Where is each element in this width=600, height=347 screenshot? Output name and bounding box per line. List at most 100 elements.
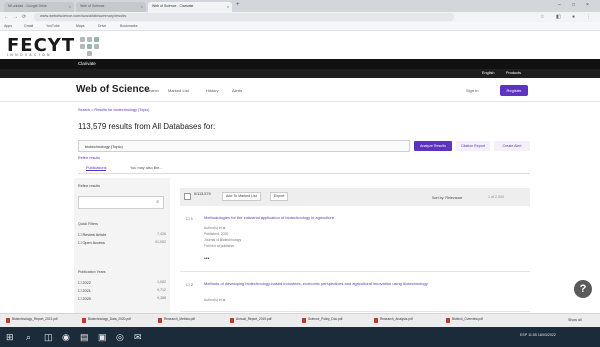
windows-taskbar: ⊞ ⌕ ◫ ◉ ▤ ▣ ◎ ✉ ESP 11:55 18/03/2022	[0, 327, 600, 347]
selected-count: 0/113,579	[194, 192, 211, 196]
more-options-icon[interactable]: •••	[204, 256, 209, 262]
record-checkbox[interactable]: ☐ 1	[186, 216, 193, 221]
nav-link-marked-list[interactable]: Marked List	[168, 88, 189, 93]
download-item[interactable]: Biotechnology_Report_2021.pdf	[6, 317, 58, 325]
show-all-downloads-link[interactable]: Show all	[568, 318, 582, 322]
filter-option-label: 2022	[82, 281, 91, 285]
browser-tab[interactable]: Mi unidad - Google Drive ×	[4, 2, 74, 12]
maximize-icon[interactable]: □	[572, 2, 575, 8]
close-tab-icon[interactable]: ×	[69, 4, 71, 9]
forward-icon[interactable]: →	[13, 14, 18, 20]
tab-you-may-also-like[interactable]: You may also like...	[130, 166, 163, 170]
chrome-icon[interactable]: ◎	[116, 332, 124, 343]
task-view-icon[interactable]: ◫	[44, 332, 53, 343]
download-item[interactable]: Research_Metrics.pdf	[158, 317, 195, 325]
search-icon[interactable]: ⌕	[156, 199, 159, 205]
record-title-link[interactable]: Methodologies for the industrial applica…	[204, 215, 514, 221]
language-selector[interactable]: English	[482, 71, 494, 75]
create-alert-button[interactable]: Create Alert	[494, 141, 530, 151]
citation-report-button[interactable]: Citation Report	[456, 141, 490, 151]
filter-count: 9,712	[157, 288, 166, 292]
filter-checkbox-open-access[interactable]: ☐ Open Access	[78, 240, 105, 245]
nav-link-search[interactable]: Search	[146, 88, 159, 93]
system-tray[interactable]: ESP 11:55 18/03/2022	[520, 333, 556, 337]
results-tabs: Publications You may also like...	[78, 165, 530, 174]
record-checkbox[interactable]: ☐ 2	[186, 282, 193, 287]
breadcrumb[interactable]: Search > Results for biotechnology (Topi…	[78, 108, 149, 112]
filter-checkbox-year[interactable]: ☐ 2020	[78, 296, 91, 301]
filter-checkbox-review[interactable]: ☐ Review Article	[78, 232, 106, 237]
wos-navigation: Web of Science Search Marked List Histor…	[0, 78, 600, 102]
results-count-title: 113,579 results from All Databases for:	[78, 122, 216, 131]
extension-icon[interactable]: ◧	[556, 14, 561, 20]
filter-checkbox-year[interactable]: ☐ 2021	[78, 288, 91, 293]
products-menu[interactable]: Products	[506, 71, 521, 75]
nav-link-history[interactable]: History	[206, 88, 218, 93]
edge-icon[interactable]: ◉	[62, 332, 70, 343]
new-tab-icon[interactable]: +	[236, 2, 240, 8]
fecyt-emblem-icon	[80, 37, 106, 56]
clarivate-logo[interactable]: Clarivate	[78, 61, 96, 66]
fecyt-subtitle: INNOVACION	[7, 53, 52, 57]
record-number: 1	[190, 216, 193, 221]
close-tab-icon[interactable]: ×	[141, 4, 143, 9]
address-bar-row: ← → ⟳ www.webofscience.com/wos/alldb/sum…	[0, 12, 600, 22]
refine-heading: Refine results	[78, 184, 100, 188]
search-query-field[interactable]: biotechnology (Topic)	[78, 140, 410, 152]
bookmark-item[interactable]: Maps	[76, 24, 85, 28]
store-icon[interactable]: ▣	[98, 332, 107, 343]
mail-icon[interactable]: ✉	[134, 332, 142, 343]
refine-link[interactable]: Refine results	[78, 156, 100, 160]
register-button[interactable]: Register	[500, 85, 528, 96]
minimize-icon[interactable]: –	[558, 2, 561, 8]
browser-tab[interactable]: Web of Science ×	[76, 2, 146, 12]
analyze-results-button[interactable]: Analyze Results	[414, 141, 452, 151]
download-item[interactable]: Annual_Report_2019.pdf	[230, 317, 271, 325]
pagination[interactable]: 1 of 2,000	[488, 195, 504, 199]
wos-logo[interactable]: Web of Science	[76, 84, 150, 95]
reload-icon[interactable]: ⟳	[22, 14, 26, 20]
bookmark-item[interactable]: Apps	[4, 24, 12, 28]
star-icon[interactable]: ☆	[540, 14, 544, 20]
browser-tab-active[interactable]: Web of Science - Clarivate ×	[148, 2, 232, 12]
publication-years-heading: Publication Years	[78, 270, 106, 274]
refine-search-input[interactable]: ⌕	[78, 196, 164, 209]
download-item[interactable]: Biotechnology_Data_2020.pdf	[82, 317, 131, 325]
record-full-text-link[interactable]: Full text at publisher	[204, 244, 234, 248]
select-all-checkbox[interactable]	[184, 193, 191, 200]
bookmark-item[interactable]: Gmail	[24, 24, 33, 28]
record-number: 2	[190, 282, 193, 287]
browser-tab-label: Web of Science - Clarivate	[152, 4, 194, 8]
back-icon[interactable]: ←	[4, 14, 9, 20]
url-field[interactable]: www.webofscience.com/wos/alldb/summary/r…	[34, 13, 454, 21]
add-to-marked-list-button[interactable]: Add To Marked List	[222, 192, 261, 201]
search-icon[interactable]: ⌕	[26, 332, 31, 343]
download-item[interactable]: Science_Policy_Doc.pdf	[302, 317, 342, 325]
sort-by-dropdown[interactable]: Sort by: Relevance	[432, 196, 462, 200]
help-button[interactable]: ?	[574, 280, 592, 298]
filter-option-label: 2021	[82, 289, 91, 293]
record-meta: Author(s) et al.	[204, 226, 227, 230]
filter-checkbox-year[interactable]: ☐ 2022	[78, 280, 91, 285]
export-button[interactable]: Export	[270, 192, 289, 201]
refine-panel: Refine results ⌕ Quick Filters ☐ Review …	[74, 178, 170, 318]
record-title-link[interactable]: Methods of developing biotechnology-base…	[204, 281, 514, 287]
menu-icon[interactable]: ⋮	[586, 14, 591, 20]
tab-publications[interactable]: Publications	[86, 166, 107, 171]
profile-icon[interactable]: ●	[572, 14, 575, 20]
result-record: ☐ 2 Methods of developing biotechnology-…	[180, 276, 530, 312]
file-explorer-icon[interactable]: ▤	[80, 332, 89, 343]
bookmark-item[interactable]: Drive	[98, 24, 106, 28]
record-meta: Published: 2020	[204, 232, 229, 236]
bookmark-item[interactable]: Bookmarks	[120, 24, 138, 28]
sign-in-link[interactable]: Sign In	[466, 88, 478, 93]
browser-tab-label: Mi unidad - Google Drive	[8, 4, 47, 8]
nav-link-alerts[interactable]: Alerts	[232, 88, 242, 93]
download-item[interactable]: Biotech_Overview.pdf	[446, 317, 483, 325]
close-tab-icon[interactable]: ×	[227, 4, 229, 9]
result-record: ☐ 1 Methodologies for the industrial app…	[180, 210, 530, 272]
start-icon[interactable]: ⊞	[6, 332, 14, 343]
bookmark-item[interactable]: YouTube	[46, 24, 60, 28]
download-item[interactable]: Research_Analysis.pdf	[374, 317, 413, 325]
close-window-icon[interactable]: ×	[586, 2, 589, 8]
